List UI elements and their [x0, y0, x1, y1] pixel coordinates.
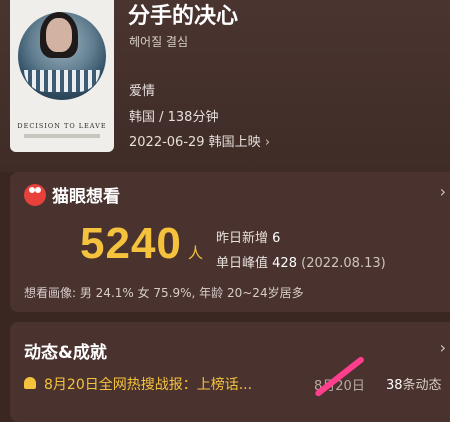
peak-label: 单日峰值: [216, 256, 269, 271]
maoyan-cat-icon: [24, 184, 46, 206]
want-count-unit: 人: [188, 244, 204, 262]
yesterday-value: 6: [272, 231, 281, 246]
country-duration: 韩国 / 138分钟: [129, 110, 219, 125]
original-title: 헤어질 결심: [129, 35, 189, 49]
news-count-value: 38: [386, 378, 403, 393]
poster-title: DECISION TO LEAVE: [17, 122, 107, 130]
daily-peak: 单日峰值 428 (2022.08.13): [216, 252, 386, 271]
peak-value: 428: [272, 256, 297, 271]
news-headline[interactable]: 8月20日全网热搜战报：上榜话...: [44, 374, 252, 394]
audience-profile: 想看画像: 男 24.1% 女 75.9%, 年龄 20~24岁居多: [24, 286, 304, 300]
want-to-see-title: 猫眼想看: [52, 187, 120, 207]
release-info[interactable]: 2022-06-29 韩国上映 ›: [129, 131, 270, 150]
chevron-right-icon: ›: [264, 135, 271, 150]
chevron-right-icon[interactable]: ›: [440, 182, 446, 201]
yesterday-new: 昨日新增 6: [216, 227, 280, 246]
genre: 爱情: [129, 84, 156, 99]
achievements-title: 动态&成就: [24, 343, 107, 363]
want-to-see-card[interactable]: 猫眼想看 › 5240 人 昨日新增 6 单日峰值 428 (2022.08.1…: [10, 172, 450, 312]
news-count[interactable]: 38条动态: [386, 374, 442, 393]
release-date: 2022-06-29 韩国上映: [129, 135, 261, 150]
chevron-right-icon[interactable]: ›: [440, 338, 446, 357]
movie-title: 分手的决心: [128, 4, 239, 29]
bell-icon: [24, 377, 36, 389]
peak-date: (2022.08.13): [301, 256, 386, 271]
want-count: 5240: [80, 219, 182, 268]
movie-poster[interactable]: DECISION TO LEAVE: [10, 0, 114, 152]
achievements-card[interactable]: 动态&成就 › 8月20日全网热搜战报：上榜话... 8月20日 38条动态: [10, 322, 450, 422]
yesterday-label: 昨日新增: [216, 231, 269, 246]
news-count-unit: 条动态: [402, 378, 442, 393]
